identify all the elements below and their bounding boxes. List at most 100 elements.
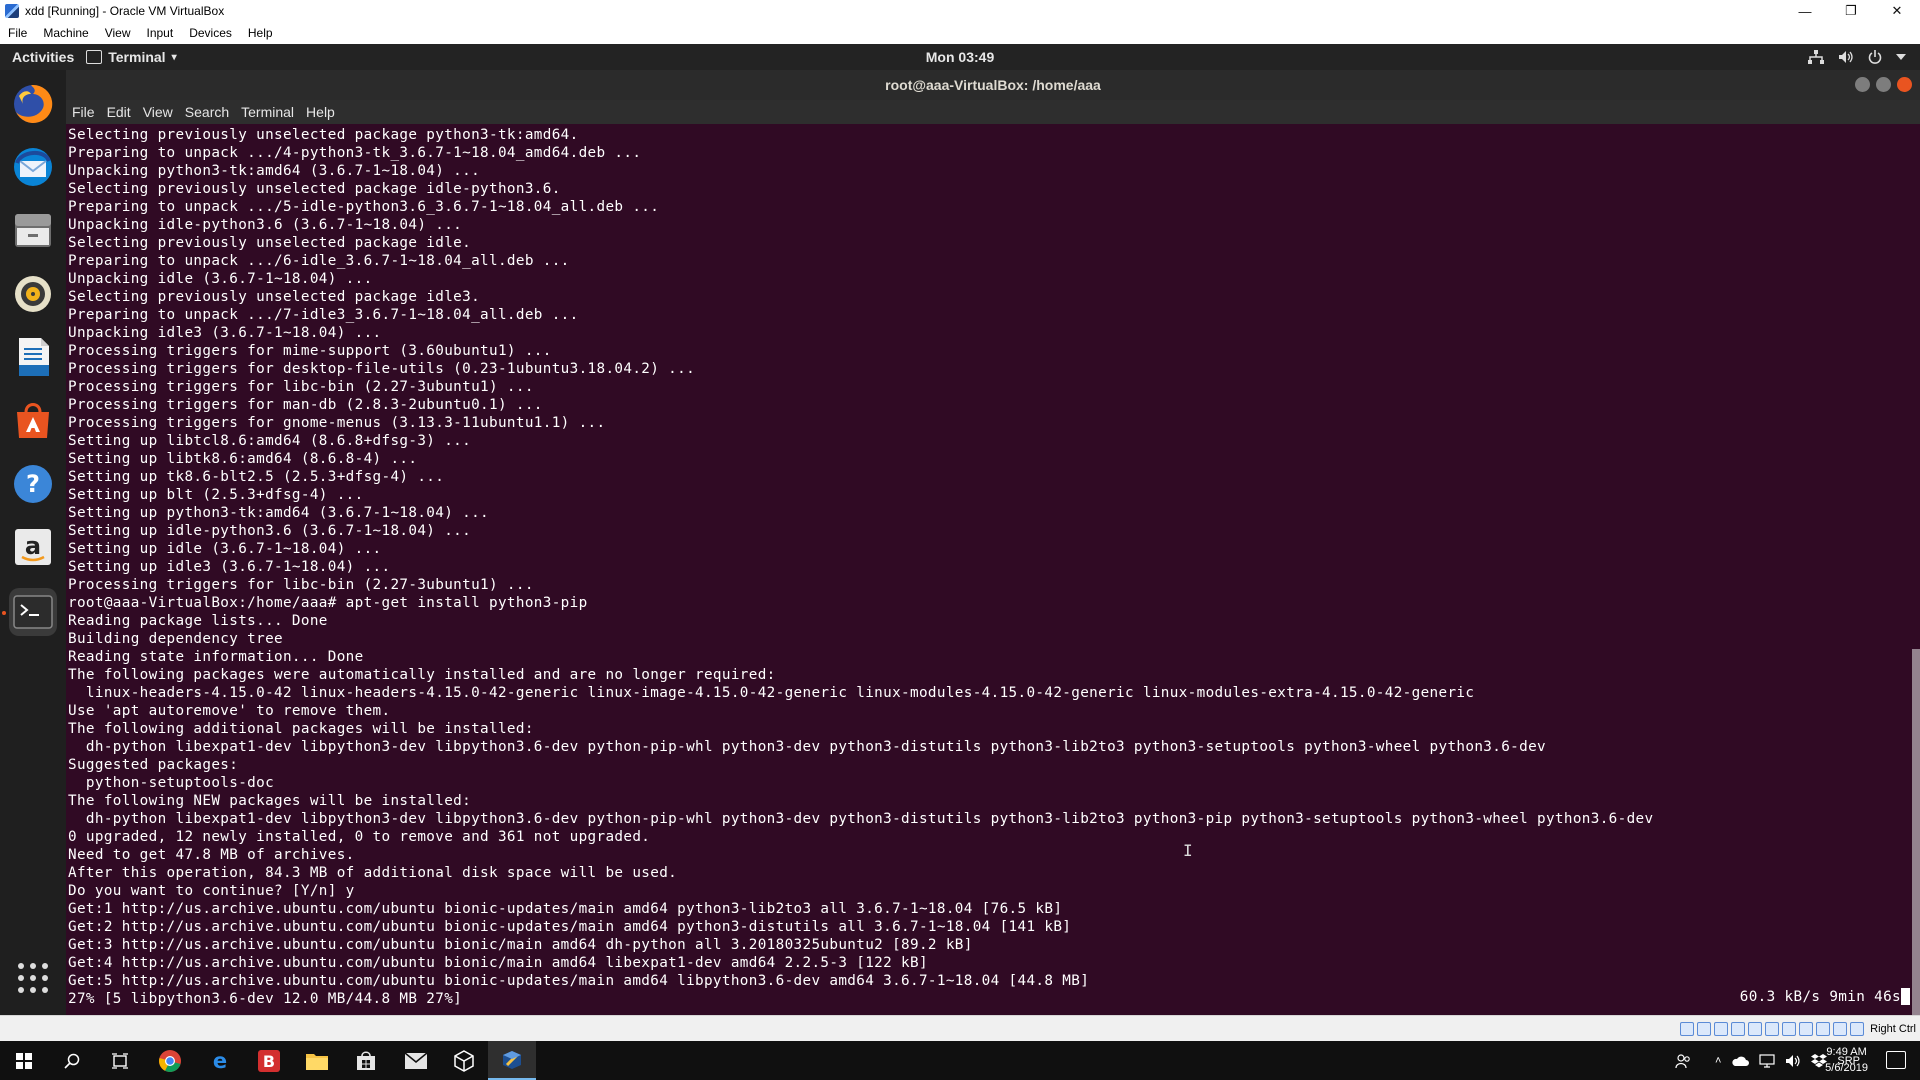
gnome-top-bar: Activities Terminal ▾ Mon 03:49 [0, 44, 1920, 70]
dock-firefox[interactable] [9, 80, 57, 128]
terminal-output[interactable]: Selecting previously unselected package … [66, 124, 1920, 1015]
start-button[interactable] [0, 1041, 48, 1080]
taskbar-date: 5/6/2019 [1825, 1062, 1868, 1074]
task-view-button[interactable] [96, 1041, 144, 1080]
app-menu-button[interactable]: Terminal ▾ [86, 49, 177, 65]
terminal-menu-edit[interactable]: Edit [101, 104, 137, 120]
dock-terminal[interactable] [9, 588, 57, 636]
clock[interactable]: Mon 03:49 [0, 49, 1920, 65]
terminal-icon [13, 595, 53, 629]
terminal-menu-terminal[interactable]: Terminal [235, 104, 300, 120]
network-icon [1808, 50, 1824, 64]
terminal-menu-view[interactable]: View [137, 104, 179, 120]
dock-writer[interactable] [9, 333, 57, 381]
b-app-icon: B [258, 1049, 280, 1072]
mouse-integration-icon[interactable] [1833, 1022, 1848, 1036]
taskbar-store[interactable] [342, 1041, 390, 1080]
cpu-icon[interactable] [1816, 1022, 1831, 1036]
menu-file[interactable]: File [0, 26, 35, 40]
menu-machine[interactable]: Machine [35, 26, 96, 40]
terminal-maximize-button[interactable] [1876, 77, 1891, 92]
menu-help[interactable]: Help [240, 26, 281, 40]
svg-text:?: ? [26, 470, 40, 498]
vm-device-indicators[interactable] [1680, 1022, 1865, 1036]
taskbar-3d-app[interactable] [440, 1041, 488, 1080]
terminal-menu-search[interactable]: Search [179, 104, 235, 120]
terminal-minimize-button[interactable] [1855, 77, 1870, 92]
terminal-menu-file[interactable]: File [66, 104, 101, 120]
recording-icon[interactable] [1799, 1022, 1814, 1036]
menu-input[interactable]: Input [139, 26, 182, 40]
terminal-close-button[interactable] [1897, 77, 1912, 92]
app-menu-label: Terminal [108, 49, 166, 65]
optical-drive-icon[interactable] [1697, 1022, 1712, 1036]
close-button[interactable]: ✕ [1874, 0, 1920, 22]
dock-files[interactable] [9, 206, 57, 254]
terminal-menu-help[interactable]: Help [300, 104, 341, 120]
task-view-icon [112, 1052, 128, 1069]
writer-icon [19, 338, 49, 376]
rhythmbox-icon [15, 276, 51, 312]
action-center-icon[interactable] [1886, 1051, 1906, 1069]
dock-rhythmbox[interactable] [9, 270, 57, 318]
terminal-line: Get:3 http://us.archive.ubuntu.com/ubunt… [68, 937, 973, 953]
terminal-scrollbar[interactable] [1912, 649, 1920, 1015]
dock-amazon[interactable]: a [9, 523, 57, 571]
display-icon[interactable] [1782, 1022, 1797, 1036]
terminal-line: Selecting previously unselected package … [68, 235, 472, 251]
amazon-icon: a [15, 529, 51, 565]
system-tray[interactable] [1808, 44, 1906, 70]
terminal-line: Setting up python3-tk:amd64 (3.6.7-1~18.… [68, 505, 489, 521]
terminal-line: Building dependency tree [68, 631, 283, 647]
search-button[interactable] [48, 1041, 96, 1080]
hdd-icon[interactable] [1680, 1022, 1695, 1036]
restore-button[interactable]: ❐ [1828, 0, 1874, 22]
terminal-line: Processing triggers for gnome-menus (3.1… [68, 415, 606, 431]
dock-thunderbird[interactable] [9, 143, 57, 191]
terminal-line: Setting up tk8.6-blt2.5 (2.5.3+dfsg-4) .… [68, 469, 445, 485]
terminal-line: Preparing to unpack .../6-idle_3.6.7-1~1… [68, 253, 570, 269]
terminal-line: Get:5 http://us.archive.ubuntu.com/ubunt… [68, 973, 1090, 989]
taskbar-chrome[interactable] [146, 1041, 194, 1080]
minimize-button[interactable]: — [1782, 0, 1828, 22]
taskbar-mail[interactable] [392, 1041, 440, 1080]
terminal-line: Setting up idle3 (3.6.7-1~18.04) ... [68, 559, 391, 575]
terminal-line: Get:4 http://us.archive.ubuntu.com/ubunt… [68, 955, 928, 971]
network-adapter-icon[interactable] [1731, 1022, 1746, 1036]
audio-icon[interactable] [1714, 1022, 1729, 1036]
taskbar-b-app[interactable]: B [245, 1041, 293, 1080]
terminal-line: Preparing to unpack .../5-idle-python3.6… [68, 199, 660, 215]
terminal-line: Processing triggers for man-db (2.8.3-2u… [68, 397, 543, 413]
show-hidden-icons-chevron-icon[interactable]: ˄ [1715, 1055, 1721, 1067]
terminal-line: Reading state information... Done [68, 649, 364, 665]
terminal-line: Processing triggers for desktop-file-uti… [68, 361, 696, 377]
terminal-line: 27% [5 libpython3.6-dev 12.0 MB/44.8 MB … [68, 991, 463, 1007]
keyboard-capture-icon[interactable] [1850, 1022, 1865, 1036]
taskbar-file-explorer[interactable] [293, 1041, 341, 1080]
dock-help[interactable]: ? [9, 460, 57, 508]
shared-folders-icon[interactable] [1765, 1022, 1780, 1036]
terminal-titlebar[interactable]: root@aaa-VirtualBox: /home/aaa [66, 70, 1920, 100]
taskbar-edge[interactable]: e [196, 1041, 244, 1080]
terminal-line: Unpacking idle-python3.6 (3.6.7-1~18.04)… [68, 217, 463, 233]
terminal-line: Setting up libtk8.6:amd64 (8.6.8-4) ... [68, 451, 418, 467]
menu-devices[interactable]: Devices [181, 26, 240, 40]
svg-text:a: a [25, 532, 41, 560]
taskbar-virtualbox[interactable] [488, 1041, 536, 1080]
terminal-line: Processing triggers for mime-support (3.… [68, 343, 552, 359]
chrome-icon [159, 1049, 181, 1072]
menu-view[interactable]: View [97, 26, 139, 40]
show-applications-button[interactable] [9, 954, 57, 1002]
virtualbox-icon [503, 1050, 521, 1069]
terminal-line: Reading package lists... Done [68, 613, 328, 629]
activities-button[interactable]: Activities [0, 49, 86, 65]
usb-icon[interactable] [1748, 1022, 1763, 1036]
ubuntu-dock: ? a [0, 70, 66, 1015]
terminal-line: Get:2 http://us.archive.ubuntu.com/ubunt… [68, 919, 1072, 935]
terminal-icon [86, 50, 103, 64]
virtualbox-titlebar: xdd [Running] - Oracle VM VirtualBox — ❐… [0, 0, 1920, 22]
terminal-line: Setting up libtcl8.6:amd64 (8.6.8+dfsg-3… [68, 433, 472, 449]
dock-ubuntu-software[interactable] [9, 396, 57, 444]
taskbar-clock[interactable]: 9:49 AM 5/6/2019 [1825, 1044, 1868, 1076]
terminal-line: The following additional packages will b… [68, 721, 534, 737]
